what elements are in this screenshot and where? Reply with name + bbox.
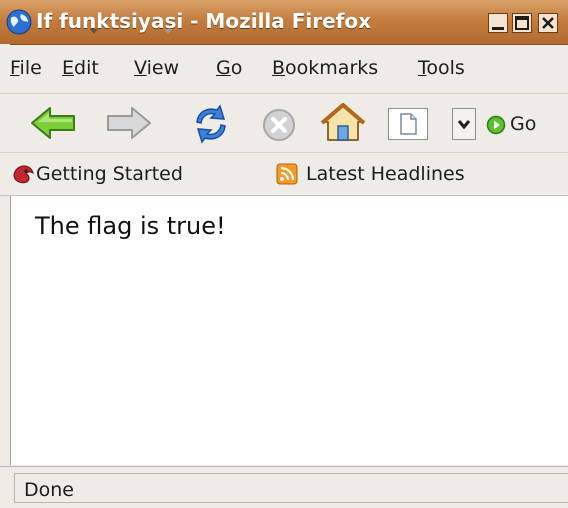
back-dropdown-icon[interactable] [90, 27, 98, 35]
stop-icon[interactable] [262, 108, 296, 142]
status-panel [14, 473, 568, 503]
bookmarks-toolbar: Getting Started Latest Headlines [0, 153, 568, 196]
globe-icon [6, 9, 32, 35]
home-icon[interactable] [320, 102, 366, 144]
url-field[interactable] [388, 108, 428, 140]
go-label: Go [510, 113, 537, 135]
dropdown-arrow-icon [458, 120, 470, 129]
maximize-button[interactable] [512, 13, 532, 33]
maximize-icon [515, 16, 529, 30]
rss-feed-icon [276, 163, 298, 185]
go-icon [486, 115, 506, 135]
menu-go[interactable]: Go [216, 57, 242, 79]
forward-dropdown-icon[interactable] [164, 27, 172, 35]
minimize-icon [492, 27, 504, 30]
close-icon [542, 17, 554, 29]
menu-tools[interactable]: Tools [418, 57, 465, 79]
browser-window: If funktsiyasi - Mozilla Firefox File Ed… [0, 0, 568, 508]
status-bar: Done [0, 466, 568, 508]
back-arrow-icon[interactable] [30, 106, 78, 140]
page-icon [400, 113, 417, 135]
firefox-bookmark-icon [13, 165, 34, 184]
bookmark-label: Getting Started [36, 163, 183, 185]
title-bar[interactable]: If funktsiyasi - Mozilla Firefox [0, 0, 568, 45]
page-text: The flag is true! [35, 212, 226, 240]
window-title: If funktsiyasi - Mozilla Firefox [36, 9, 372, 33]
menu-bookmarks[interactable]: Bookmarks [272, 57, 378, 79]
bookmark-getting-started[interactable]: Getting Started [12, 161, 262, 187]
bookmark-label: Latest Headlines [306, 163, 465, 185]
close-button[interactable] [538, 13, 558, 33]
page-content: The flag is true! [10, 196, 568, 465]
status-text: Done [24, 479, 74, 501]
reload-icon[interactable] [190, 104, 232, 144]
forward-arrow-icon[interactable] [104, 106, 152, 140]
bookmark-latest-headlines[interactable]: Latest Headlines [276, 161, 536, 187]
menu-view[interactable]: View [134, 57, 179, 79]
menu-file[interactable]: File [10, 57, 42, 79]
menu-edit[interactable]: Edit [62, 57, 99, 79]
minimize-button[interactable] [488, 13, 508, 33]
url-history-dropdown[interactable] [452, 108, 476, 140]
menu-bar: File Edit View Go Bookmarks Tools [0, 45, 568, 94]
